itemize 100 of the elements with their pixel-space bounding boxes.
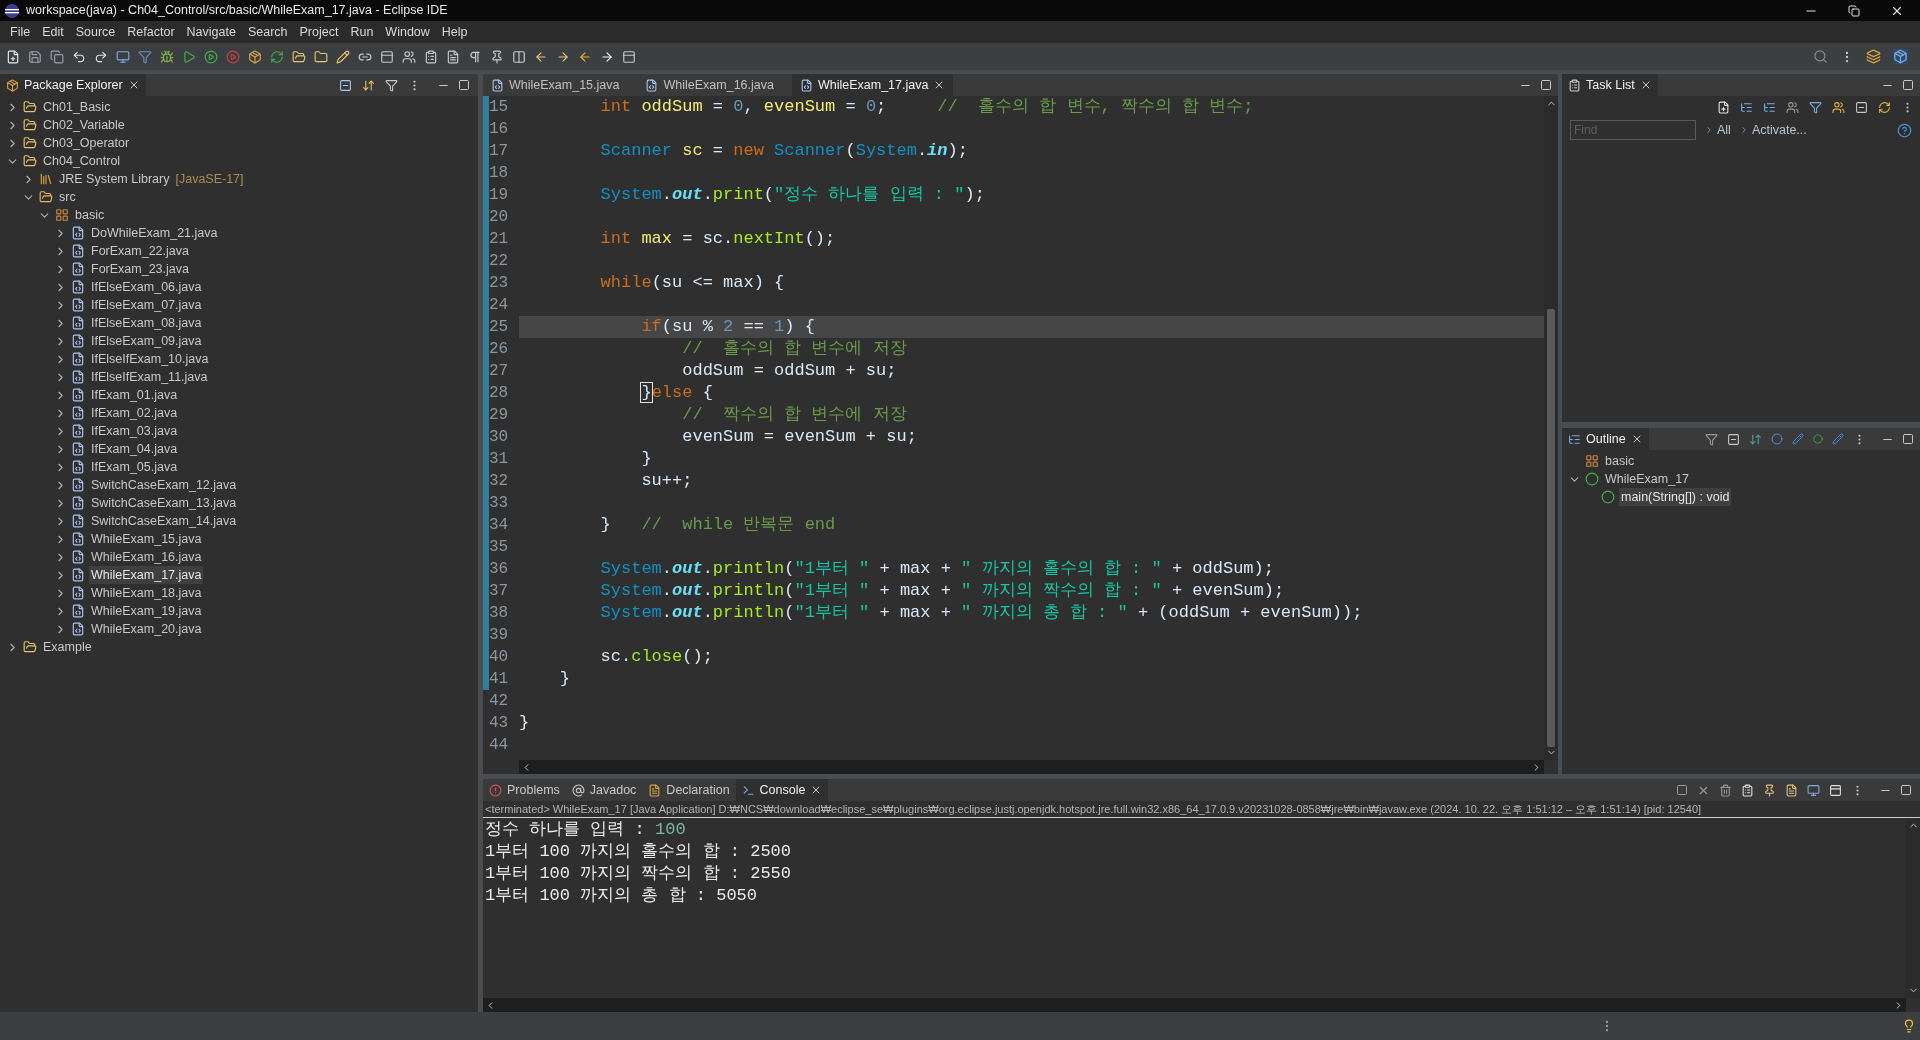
run-config-icon[interactable] bbox=[204, 49, 218, 64]
collapse-all-icon[interactable] bbox=[1727, 432, 1740, 446]
focus-icon[interactable] bbox=[1832, 100, 1845, 114]
horizontal-scrollbar[interactable] bbox=[519, 760, 1544, 774]
undo-icon[interactable] bbox=[72, 49, 86, 64]
menu-item[interactable]: Help bbox=[435, 22, 474, 42]
tree-item[interactable]: DoWhileExam_21.java bbox=[89, 223, 220, 243]
clear-console-icon[interactable] bbox=[1741, 783, 1754, 797]
filter-icon[interactable] bbox=[138, 49, 152, 64]
run-icon[interactable] bbox=[182, 49, 196, 64]
tree-item[interactable]: Ch04_Control bbox=[41, 151, 123, 171]
arrow-right-icon[interactable] bbox=[556, 49, 570, 64]
restore-icon[interactable] bbox=[1848, 4, 1860, 17]
menu-item[interactable]: Navigate bbox=[180, 22, 242, 42]
tree-item[interactable]: SwitchCaseExam_12.java bbox=[89, 475, 239, 495]
menu-item[interactable]: Source bbox=[69, 22, 122, 42]
collapse-all-icon[interactable] bbox=[1855, 100, 1868, 114]
tree-item[interactable]: SwitchCaseExam_14.java bbox=[89, 511, 239, 531]
redo-icon[interactable] bbox=[94, 49, 108, 64]
new-task-icon[interactable] bbox=[1717, 100, 1730, 114]
folder-icon[interactable] bbox=[314, 49, 328, 64]
forward-icon[interactable] bbox=[600, 49, 614, 64]
link[interactable]: All bbox=[1717, 120, 1731, 140]
tree-item[interactable]: Ch01_Basic bbox=[41, 97, 113, 117]
filter-icon[interactable] bbox=[1809, 100, 1822, 114]
new-file-icon[interactable] bbox=[6, 49, 20, 64]
tree-item[interactable]: WhileExam_20.java bbox=[89, 619, 204, 639]
back-icon[interactable] bbox=[578, 49, 592, 64]
horizontal-scrollbar[interactable] bbox=[483, 998, 1906, 1012]
filter-icon[interactable] bbox=[385, 78, 398, 92]
tree-item[interactable]: ForExam_22.java bbox=[89, 241, 191, 261]
menu-item[interactable]: Search bbox=[241, 22, 294, 42]
tree-item[interactable]: WhileExam_17.java bbox=[89, 565, 204, 585]
tree-item[interactable]: IfElseIfExam_11.java bbox=[89, 367, 210, 387]
tree-item[interactable]: basic bbox=[73, 205, 107, 225]
tree-item[interactable]: SwitchCaseExam_13.java bbox=[89, 493, 239, 513]
perspective-icon[interactable] bbox=[1866, 49, 1881, 64]
panel-icon[interactable] bbox=[380, 49, 394, 64]
tree-item[interactable]: WhileExam_17 bbox=[1603, 469, 1692, 489]
tree-item[interactable]: IfElseExam_06.java bbox=[89, 277, 204, 297]
editor-tab[interactable]: WhileExam_15.java bbox=[483, 74, 628, 96]
document-icon[interactable] bbox=[1785, 783, 1798, 797]
scheduled-icon[interactable] bbox=[1763, 100, 1776, 114]
tree-item[interactable]: main(String[]) : void bbox=[1619, 487, 1732, 507]
view-tab[interactable]: Task List bbox=[1562, 74, 1658, 96]
tree-item[interactable]: src bbox=[57, 187, 78, 207]
tree-item[interactable]: IfExam_01.java bbox=[89, 385, 180, 405]
view-tab[interactable]: Declaration bbox=[642, 779, 736, 801]
tree-item[interactable]: WhileExam_15.java bbox=[89, 529, 204, 549]
tree-item[interactable]: WhileExam_19.java bbox=[89, 601, 204, 621]
people-icon[interactable] bbox=[1786, 100, 1799, 114]
tree-item[interactable]: IfElseExam_08.java bbox=[89, 313, 204, 333]
menu-item[interactable]: Run bbox=[344, 22, 380, 42]
people-icon[interactable] bbox=[402, 49, 416, 64]
search-icon[interactable] bbox=[1813, 49, 1828, 64]
pilcrow-icon[interactable] bbox=[468, 49, 482, 64]
tree-item[interactable]: IfExam_03.java bbox=[89, 421, 180, 441]
editor-tab[interactable]: WhileExam_17.java bbox=[791, 74, 954, 96]
editor-tab[interactable]: WhileExam_16.java bbox=[637, 74, 782, 96]
view-tab[interactable]: Package Explorer bbox=[0, 74, 146, 96]
save-icon[interactable] bbox=[28, 49, 42, 64]
tree-item[interactable]: Ch02_Variable bbox=[41, 115, 127, 135]
view-tab[interactable]: Javadoc bbox=[565, 779, 643, 801]
tree-item[interactable]: basic bbox=[1603, 451, 1637, 471]
help-icon[interactable] bbox=[1897, 122, 1912, 138]
maximize-icon[interactable] bbox=[1900, 784, 1912, 796]
columns-icon[interactable] bbox=[512, 49, 526, 64]
filter-icon[interactable] bbox=[1705, 432, 1718, 446]
terminate-icon[interactable] bbox=[1676, 784, 1688, 796]
menu-item[interactable]: Refactor bbox=[121, 22, 181, 42]
view-tab[interactable]: Console bbox=[735, 779, 829, 801]
package-icon[interactable] bbox=[248, 49, 262, 64]
java-perspective-icon[interactable] bbox=[1893, 49, 1908, 64]
open-console-icon[interactable] bbox=[1829, 783, 1842, 797]
vertical-scrollbar[interactable] bbox=[1544, 96, 1558, 760]
tree-item[interactable]: ForExam_23.java bbox=[89, 259, 191, 279]
tree-item[interactable]: WhileExam_18.java bbox=[89, 583, 204, 603]
save-all-icon[interactable] bbox=[50, 49, 64, 64]
pin-icon[interactable] bbox=[1763, 783, 1776, 797]
tree-item[interactable]: Ch03_Operator bbox=[41, 133, 132, 153]
view-tab[interactable]: Problems bbox=[483, 779, 566, 801]
refresh-icon[interactable] bbox=[270, 49, 284, 64]
lightbulb-icon[interactable] bbox=[1902, 1019, 1916, 1033]
view-tab[interactable]: Outline bbox=[1562, 428, 1649, 450]
link[interactable]: Activate... bbox=[1751, 120, 1807, 140]
sort-icon[interactable] bbox=[1749, 432, 1762, 446]
collapse-all-icon[interactable] bbox=[339, 78, 352, 92]
tree-item[interactable]: JRE System Library bbox=[57, 169, 172, 189]
tree-item[interactable]: WhileExam_16.java bbox=[89, 547, 204, 567]
open-folder-icon[interactable] bbox=[292, 49, 306, 64]
open-perspective-icon[interactable] bbox=[622, 49, 636, 64]
tree-item[interactable]: IfExam_02.java bbox=[89, 403, 180, 423]
maximize-icon[interactable] bbox=[1540, 79, 1552, 91]
pencil-icon[interactable] bbox=[336, 49, 350, 64]
maximize-icon[interactable] bbox=[1902, 433, 1914, 445]
maximize-icon[interactable] bbox=[458, 79, 470, 91]
clipboard-icon[interactable] bbox=[424, 49, 438, 64]
vertical-scrollbar[interactable] bbox=[1906, 818, 1920, 998]
sync-icon[interactable] bbox=[1878, 100, 1891, 114]
document-icon[interactable] bbox=[446, 49, 460, 64]
